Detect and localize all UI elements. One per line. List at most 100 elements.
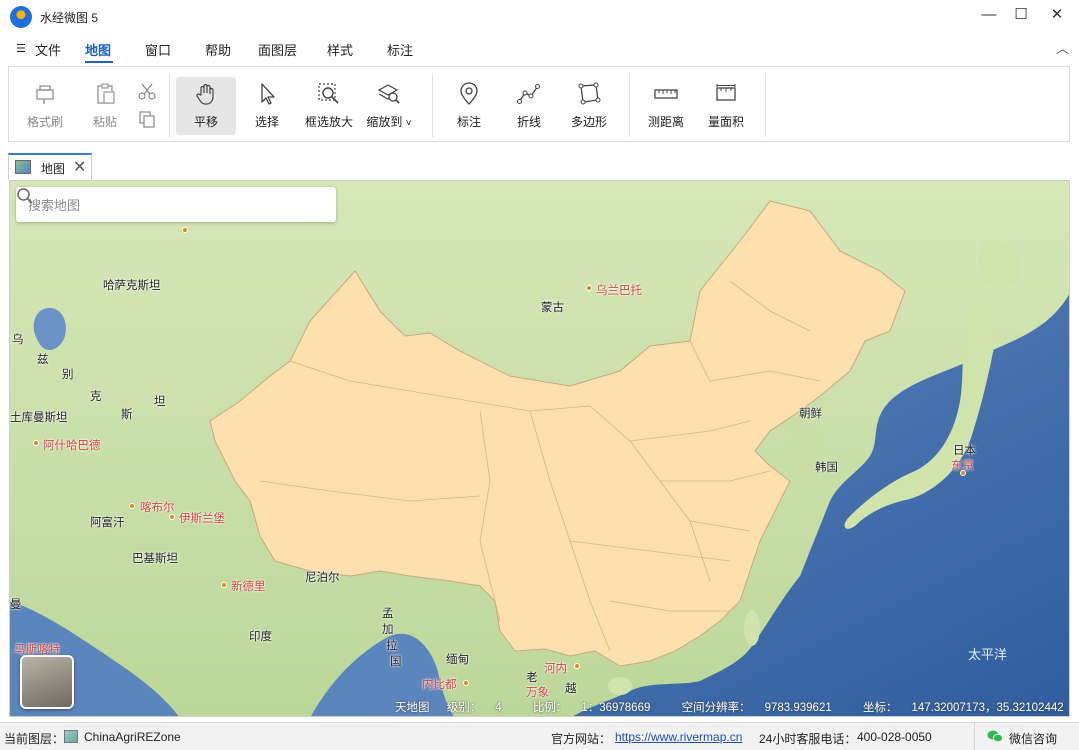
box-zoom-icon: [318, 83, 339, 104]
maximize-button[interactable]: ☐: [1003, 0, 1039, 32]
city-dot: [574, 663, 580, 669]
mark-button[interactable]: 标注: [439, 77, 499, 135]
tab-close-icon[interactable]: ✕: [73, 157, 86, 177]
zoom-to-button[interactable]: 缩放到 ˅: [359, 77, 419, 135]
measure-area-label: 量面积: [707, 115, 744, 129]
map-label-uzbekistan-3: 别: [62, 369, 74, 381]
status-bar: 当前图层： ChinaAgriREZone 官方网站： https://www.…: [0, 722, 1079, 750]
title-bar: 水经微图 5 — ☐ ✕: [0, 0, 1079, 32]
pan-label: 平移: [193, 115, 218, 129]
city-dot: [586, 285, 592, 291]
polygon-label: 多边形: [570, 115, 607, 129]
map-label-uzbekistan-6: 坦: [154, 396, 166, 408]
map-label-kazakhstan: 哈萨克斯坦: [103, 280, 161, 292]
map-label-afghanistan: 阿富汗: [90, 517, 125, 529]
map-status-overlay: 天地图 级别： 4 比例： 1：36978669 空间分辨率： 9783.939621…: [395, 699, 1069, 715]
format-painter-button[interactable]: 格式刷: [15, 77, 75, 135]
map-label-japan: 日本: [953, 445, 976, 457]
site-label: 官方网站：: [551, 732, 612, 746]
collapse-ribbon-icon[interactable]: ︿: [1056, 38, 1069, 57]
map-label-uzbekistan-5: 斯: [121, 409, 133, 421]
wechat-consult-label: 微信咨询: [1009, 732, 1058, 746]
copy-icon[interactable]: [137, 109, 157, 129]
map-label-uzbekistan-1: 乌: [12, 334, 24, 346]
layer-icon: [64, 730, 78, 743]
format-painter-label: 格式刷: [26, 115, 63, 129]
box-zoom-button[interactable]: 框选放大: [299, 77, 359, 135]
polyline-button[interactable]: 折线: [499, 77, 559, 135]
select-button[interactable]: 选择: [237, 77, 297, 135]
cursor-arrow-icon: [261, 83, 275, 105]
map-label-bangladesh-3: 拉: [386, 640, 398, 652]
tab-map-label: 地图: [41, 162, 66, 176]
map-canvas[interactable]: 哈萨克斯坦 蒙古 乌兰巴托 乌 兹 别 克 斯 坦 土库曼斯坦 阿什哈巴德 阿富…: [9, 180, 1070, 717]
area-measure-icon: [716, 84, 736, 101]
zoom-layers-icon: [377, 84, 400, 104]
menu-bar: ☰ 文件 地图 窗口 帮助 面图层 样式 标注 ︿: [0, 32, 1079, 64]
cursor-coordinates: 坐标： 147.32007173，35.32102442: [862, 702, 1064, 714]
minimize-button[interactable]: —: [971, 0, 1007, 32]
format-painter-icon: [36, 85, 54, 104]
hotline-number: 400-028-0050: [857, 730, 932, 744]
measure-distance-label: 测距离: [647, 115, 684, 129]
map-label-india: 印度: [249, 631, 272, 643]
map-label-uzbekistan-2: 兹: [37, 354, 49, 366]
city-dot: [221, 582, 227, 588]
menu-hamburger-icon[interactable]: ☰: [16, 42, 26, 55]
basemap-switcher-button[interactable]: [20, 655, 74, 709]
city-dot: [463, 680, 469, 686]
map-label-bangladesh-2: 加: [382, 624, 394, 636]
map-label-edge-oman: 曼: [10, 599, 22, 611]
measure-distance-button[interactable]: 测距离: [636, 77, 696, 135]
active-menu-indicator: [85, 61, 113, 63]
current-layer-label: 当前图层：: [4, 732, 65, 746]
measure-area-button[interactable]: 量面积: [696, 77, 756, 135]
hand-pan-icon: [196, 83, 214, 105]
paste-icon: [97, 83, 115, 104]
pan-button[interactable]: 平移: [176, 77, 236, 135]
ribbon-separator: [765, 73, 766, 137]
site-link[interactable]: https://www.rivermap.cn: [615, 730, 742, 744]
wechat-consult-button[interactable]: 微信咨询: [974, 723, 1079, 750]
menu-map[interactable]: 地图: [85, 40, 111, 59]
hainan-island: [608, 677, 632, 695]
map-label-bangladesh-4: 国: [390, 656, 402, 668]
ribbon-separator: [169, 73, 170, 137]
menu-polygon-layer[interactable]: 面图层: [258, 40, 297, 59]
map-label-new-delhi: 新德里: [231, 581, 266, 593]
city-dot: [182, 227, 188, 233]
window-title: 水经微图 5: [40, 11, 99, 25]
document-tab-strip: 地图 ✕: [0, 150, 1079, 180]
map-label-nepal: 尼泊尔: [305, 572, 340, 584]
map-label-uzbekistan-4: 克: [90, 391, 102, 403]
chevron-down-icon: ˅: [405, 118, 412, 129]
search-icon[interactable]: [16, 187, 34, 205]
city-dot: [960, 470, 966, 476]
select-label: 选择: [254, 115, 279, 129]
polygon-button[interactable]: 多边形: [559, 77, 619, 135]
map-label-vientiane: 万象: [526, 687, 549, 699]
app-logo-icon: [10, 6, 32, 28]
map-label-pakistan: 巴基斯坦: [132, 553, 178, 565]
ruler-icon: [654, 89, 678, 99]
cut-icon[interactable]: [137, 81, 157, 101]
map-label-north-korea: 朝鲜: [799, 408, 822, 420]
map-label-turkmenistan: 土库曼斯坦: [10, 412, 68, 424]
map-search-input[interactable]: [28, 196, 288, 214]
map-label-ashgabat: 阿什哈巴德: [43, 440, 101, 452]
map-label-ulaanbaatar: 乌兰巴托: [596, 285, 642, 297]
map-label-pacific-ocean: 太平洋: [968, 647, 1008, 662]
menu-annotation[interactable]: 标注: [387, 40, 413, 59]
ribbon-separator: [432, 73, 433, 137]
paste-button[interactable]: 粘贴: [75, 77, 135, 135]
menu-file[interactable]: 文件: [35, 40, 61, 59]
map-label-hanoi: 河内: [544, 663, 567, 675]
menu-style[interactable]: 样式: [327, 40, 353, 59]
mark-label: 标注: [456, 115, 481, 129]
menu-window[interactable]: 窗口: [145, 40, 171, 59]
map-label-bangladesh-1: 孟: [382, 608, 394, 620]
tab-map[interactable]: 地图 ✕: [8, 153, 92, 180]
zoom-level: 级别： 4: [446, 702, 502, 714]
menu-help[interactable]: 帮助: [205, 40, 231, 59]
close-button[interactable]: ✕: [1039, 0, 1075, 32]
